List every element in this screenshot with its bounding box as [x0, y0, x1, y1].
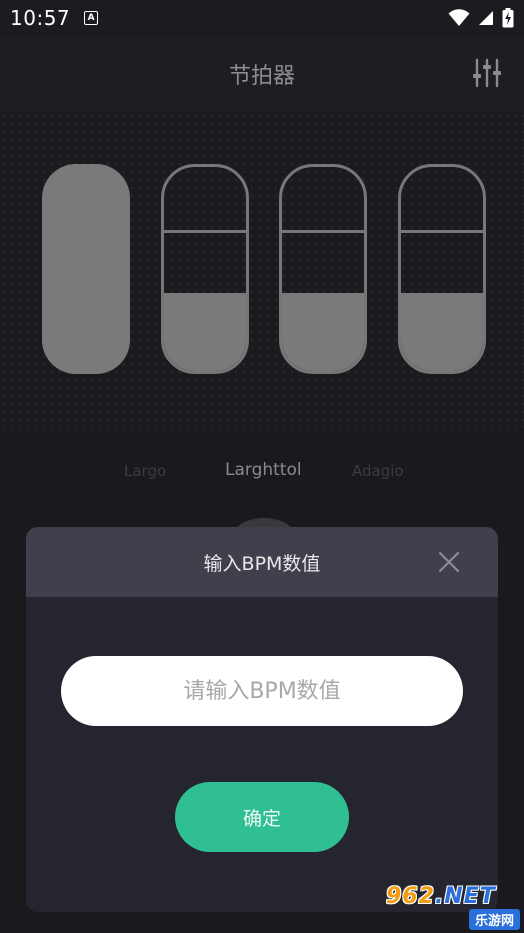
beat-indicator-area [0, 112, 524, 428]
notification-icon: A [84, 11, 99, 25]
mixer-sliders-icon[interactable] [472, 58, 502, 88]
watermark-subtitle: 乐游网 [468, 909, 520, 930]
tempo-previous: Largo [124, 462, 167, 480]
watermark-tld: .NET [434, 884, 496, 909]
watermark-brand: 962.NET [386, 884, 496, 909]
app-bar: 节拍器 [0, 36, 524, 112]
beat-indicator[interactable] [398, 164, 486, 374]
dialog-title: 输入BPM数值 [203, 553, 321, 575]
watermark-logo: 962.NET 乐游网 [386, 884, 520, 930]
confirm-button[interactable]: 确定 [175, 782, 349, 852]
tempo-next: Adagio [352, 462, 404, 480]
wifi-icon [448, 9, 470, 26]
bpm-input-dialog: 输入BPM数值 确定 [26, 527, 498, 912]
status-time: 10:57 [10, 6, 71, 30]
close-icon[interactable] [438, 551, 460, 573]
beat-indicator[interactable] [279, 164, 367, 374]
status-bar: 10:57 A [0, 0, 524, 36]
status-icons [448, 8, 514, 28]
tempo-current: Larghttol [225, 460, 302, 480]
signal-icon [479, 11, 493, 25]
beat-indicator-accent[interactable] [42, 164, 130, 374]
tempo-name-picker[interactable]: Largo Larghttol Adagio [0, 460, 524, 486]
battery-charging-icon [502, 8, 514, 28]
dialog-header: 输入BPM数值 [26, 527, 498, 597]
watermark-number: 962 [386, 884, 435, 909]
bpm-input[interactable] [61, 656, 463, 726]
beat-indicator[interactable] [161, 164, 249, 374]
page-title: 节拍器 [228, 64, 295, 89]
